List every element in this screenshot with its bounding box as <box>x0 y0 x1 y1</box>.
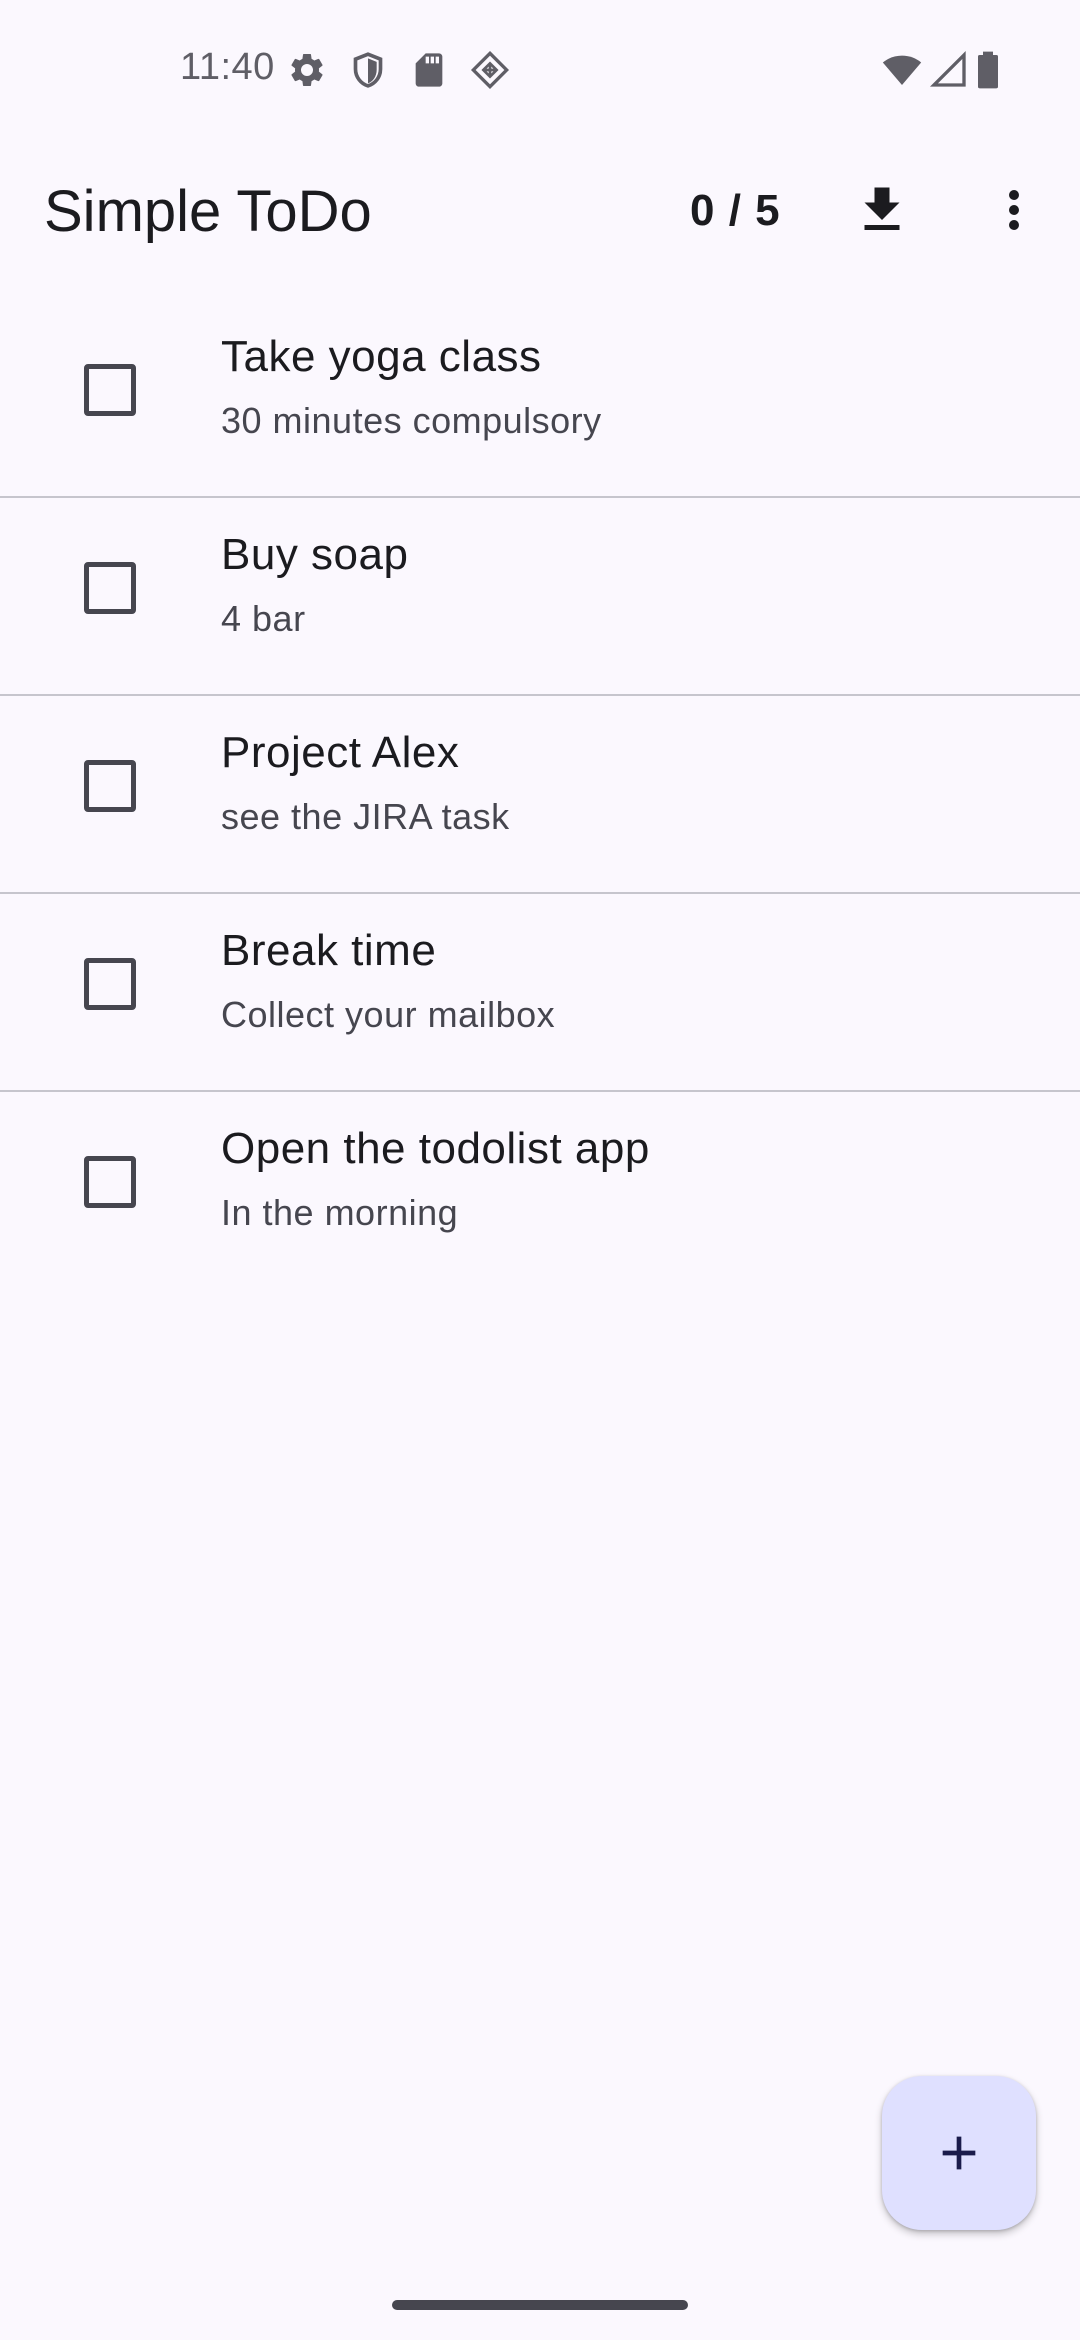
download-icon <box>864 187 900 230</box>
sd-card-icon <box>409 50 449 90</box>
settings-icon <box>287 50 327 90</box>
todo-item[interactable]: Break time Collect your mailbox <box>0 894 1080 1092</box>
cast-icon <box>470 50 510 90</box>
add-icon <box>942 2136 976 2170</box>
todo-subtitle: 4 bar <box>221 598 306 639</box>
todo-checkbox[interactable] <box>84 760 136 812</box>
todo-item[interactable]: Buy soap 4 bar <box>0 498 1080 696</box>
todo-item[interactable]: Take yoga class 30 minutes compulsory <box>0 300 1080 498</box>
more-options-button[interactable] <box>966 162 1062 258</box>
todo-title: Take yoga class <box>221 332 542 381</box>
page-title: Simple ToDo <box>44 179 372 244</box>
todo-subtitle: see the JIRA task <box>221 796 510 837</box>
status-bar: 11:40 <box>0 0 1080 140</box>
todo-counter: 0 / 5 <box>690 186 781 235</box>
todo-item[interactable]: Open the todolist app In the morning <box>0 1092 1080 1290</box>
todo-title: Buy soap <box>221 530 409 579</box>
todo-subtitle: Collect your mailbox <box>221 994 556 1035</box>
todo-subtitle: 30 minutes compulsory <box>221 400 602 441</box>
todo-subtitle: In the morning <box>221 1192 459 1233</box>
todo-item[interactable]: Project Alex see the JIRA task <box>0 696 1080 894</box>
wifi-icon <box>880 50 924 90</box>
todo-title: Break time <box>221 926 437 975</box>
todo-list: Take yoga class 30 minutes compulsory Bu… <box>0 300 1080 1290</box>
status-time: 11:40 <box>180 46 275 88</box>
todo-title: Open the todolist app <box>221 1124 650 1173</box>
todo-title: Project Alex <box>221 728 460 777</box>
app-bar: Simple ToDo 0 / 5 <box>0 140 1080 280</box>
todo-checkbox[interactable] <box>84 1156 136 1208</box>
todo-checkbox[interactable] <box>84 562 136 614</box>
cell-signal-icon <box>928 50 970 90</box>
download-button[interactable] <box>834 162 930 258</box>
add-todo-button[interactable] <box>882 2076 1036 2230</box>
gesture-nav-bar[interactable] <box>392 2300 688 2310</box>
more-vert-icon <box>1009 190 1019 230</box>
shield-icon <box>348 50 388 90</box>
todo-checkbox[interactable] <box>84 364 136 416</box>
battery-icon <box>976 50 1006 90</box>
todo-checkbox[interactable] <box>84 958 136 1010</box>
